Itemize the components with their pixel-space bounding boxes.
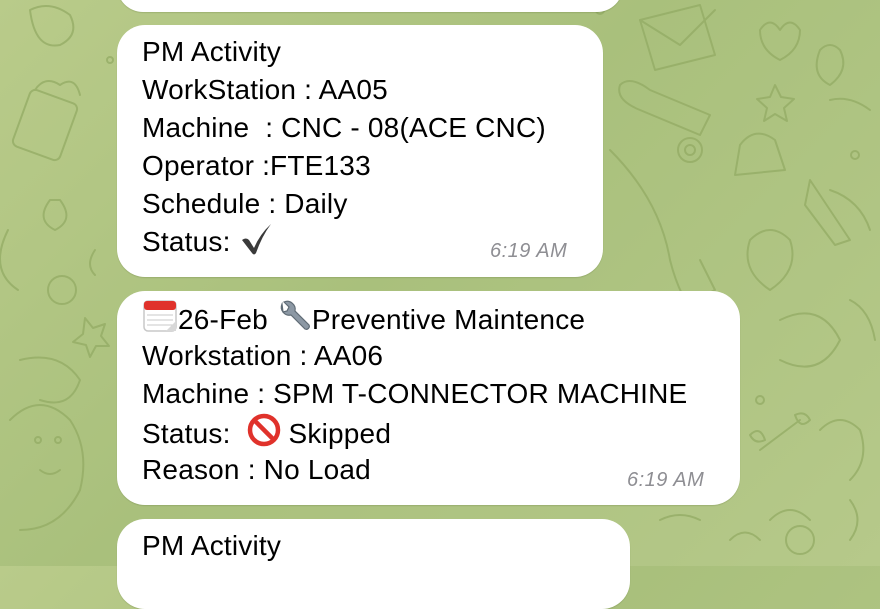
message-line: PM Activity — [142, 36, 282, 67]
message-bubble-partial-bottom: PM Activity — [117, 519, 630, 609]
status-label: Status: — [142, 418, 247, 449]
message-bubble-partial-top — [117, 0, 623, 12]
status-label: Status: — [142, 226, 239, 257]
status-line: Status: — [142, 223, 273, 265]
message-timestamp: 6:19 AM — [490, 240, 568, 262]
message-line: Workstation : AA06 — [142, 340, 384, 371]
reason-line: Reason : No Load — [142, 454, 371, 485]
message-bubble: PM Activity WorkStation : AA05 Machine :… — [117, 25, 603, 277]
message-bubble: 26-Feb Preventive Maintence Workstation … — [117, 291, 740, 505]
message-line: WorkStation : AA05 — [142, 74, 388, 105]
status-text: Skipped — [280, 418, 392, 449]
date-text: 26-Feb — [178, 304, 268, 335]
checkmark-icon — [239, 223, 273, 265]
message-timestamp: 6:19 AM — [627, 469, 705, 491]
message-line: Operator :FTE133 — [142, 150, 371, 181]
message-line: PM Activity — [142, 530, 282, 561]
message-line: Schedule : Daily — [142, 188, 348, 219]
message-line: Machine : CNC - 08(ACE CNC) — [142, 112, 546, 143]
message-line: Machine : SPM T-CONNECTOR MACHINE — [142, 378, 688, 409]
title-text: Preventive Maintence — [311, 304, 586, 335]
